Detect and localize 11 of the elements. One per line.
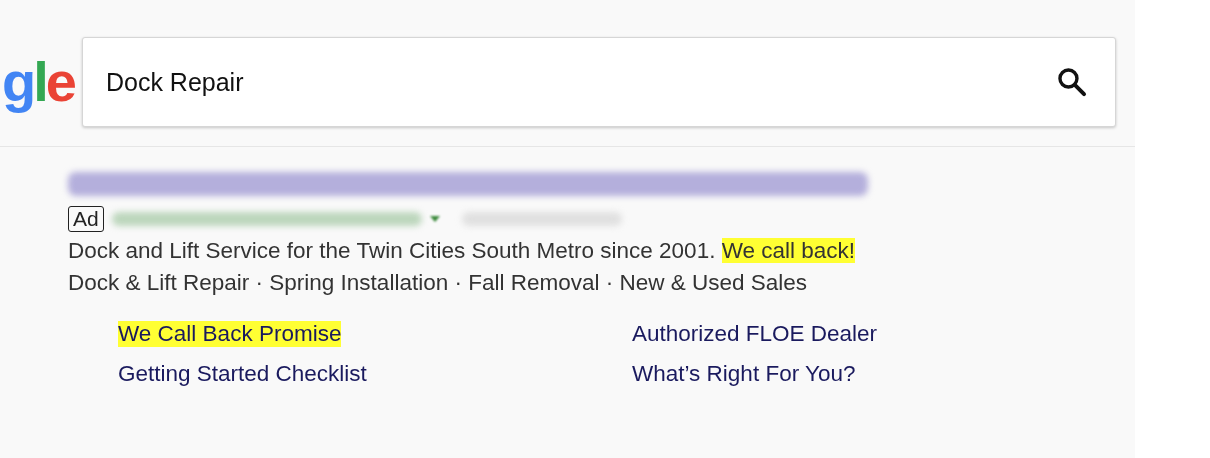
- callout-text: Dock & Lift Repair · Spring Installation · Fall Removal · New & Used Sales: [68, 270, 809, 296]
- description-text: Dock and Lift Service for the Twin Cities South Metro since 2001.: [68, 238, 716, 263]
- dropdown-caret-icon[interactable]: [429, 215, 440, 223]
- sitelink[interactable]: We Call Back Promise: [118, 321, 342, 347]
- ad-label: Ad: [68, 206, 104, 232]
- sitelink[interactable]: Getting Started Checklist: [118, 361, 367, 387]
- search-field[interactable]: Dock Repair: [81, 37, 1116, 127]
- sitelink[interactable]: Authorized FLOE Dealer: [632, 321, 878, 347]
- description-text: We call back!: [721, 238, 856, 263]
- search-icon[interactable]: [1055, 65, 1089, 99]
- sitelink[interactable]: What’s Right For You?: [632, 361, 856, 387]
